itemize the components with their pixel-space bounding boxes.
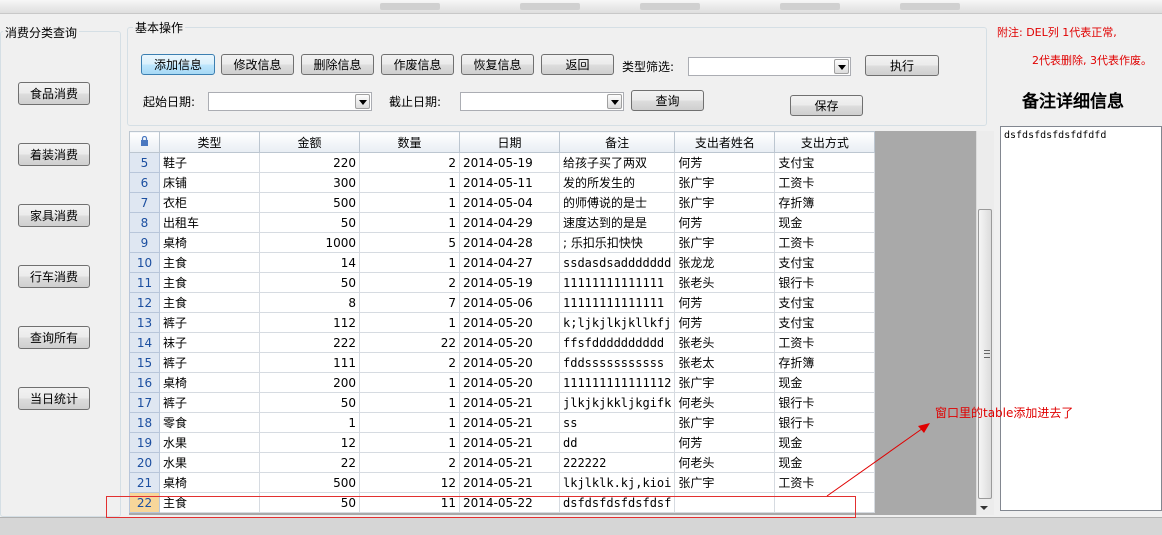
annotation-arrow-icon — [826, 423, 930, 497]
annotation-text: 窗口里的table添加进去了 — [935, 406, 1074, 420]
